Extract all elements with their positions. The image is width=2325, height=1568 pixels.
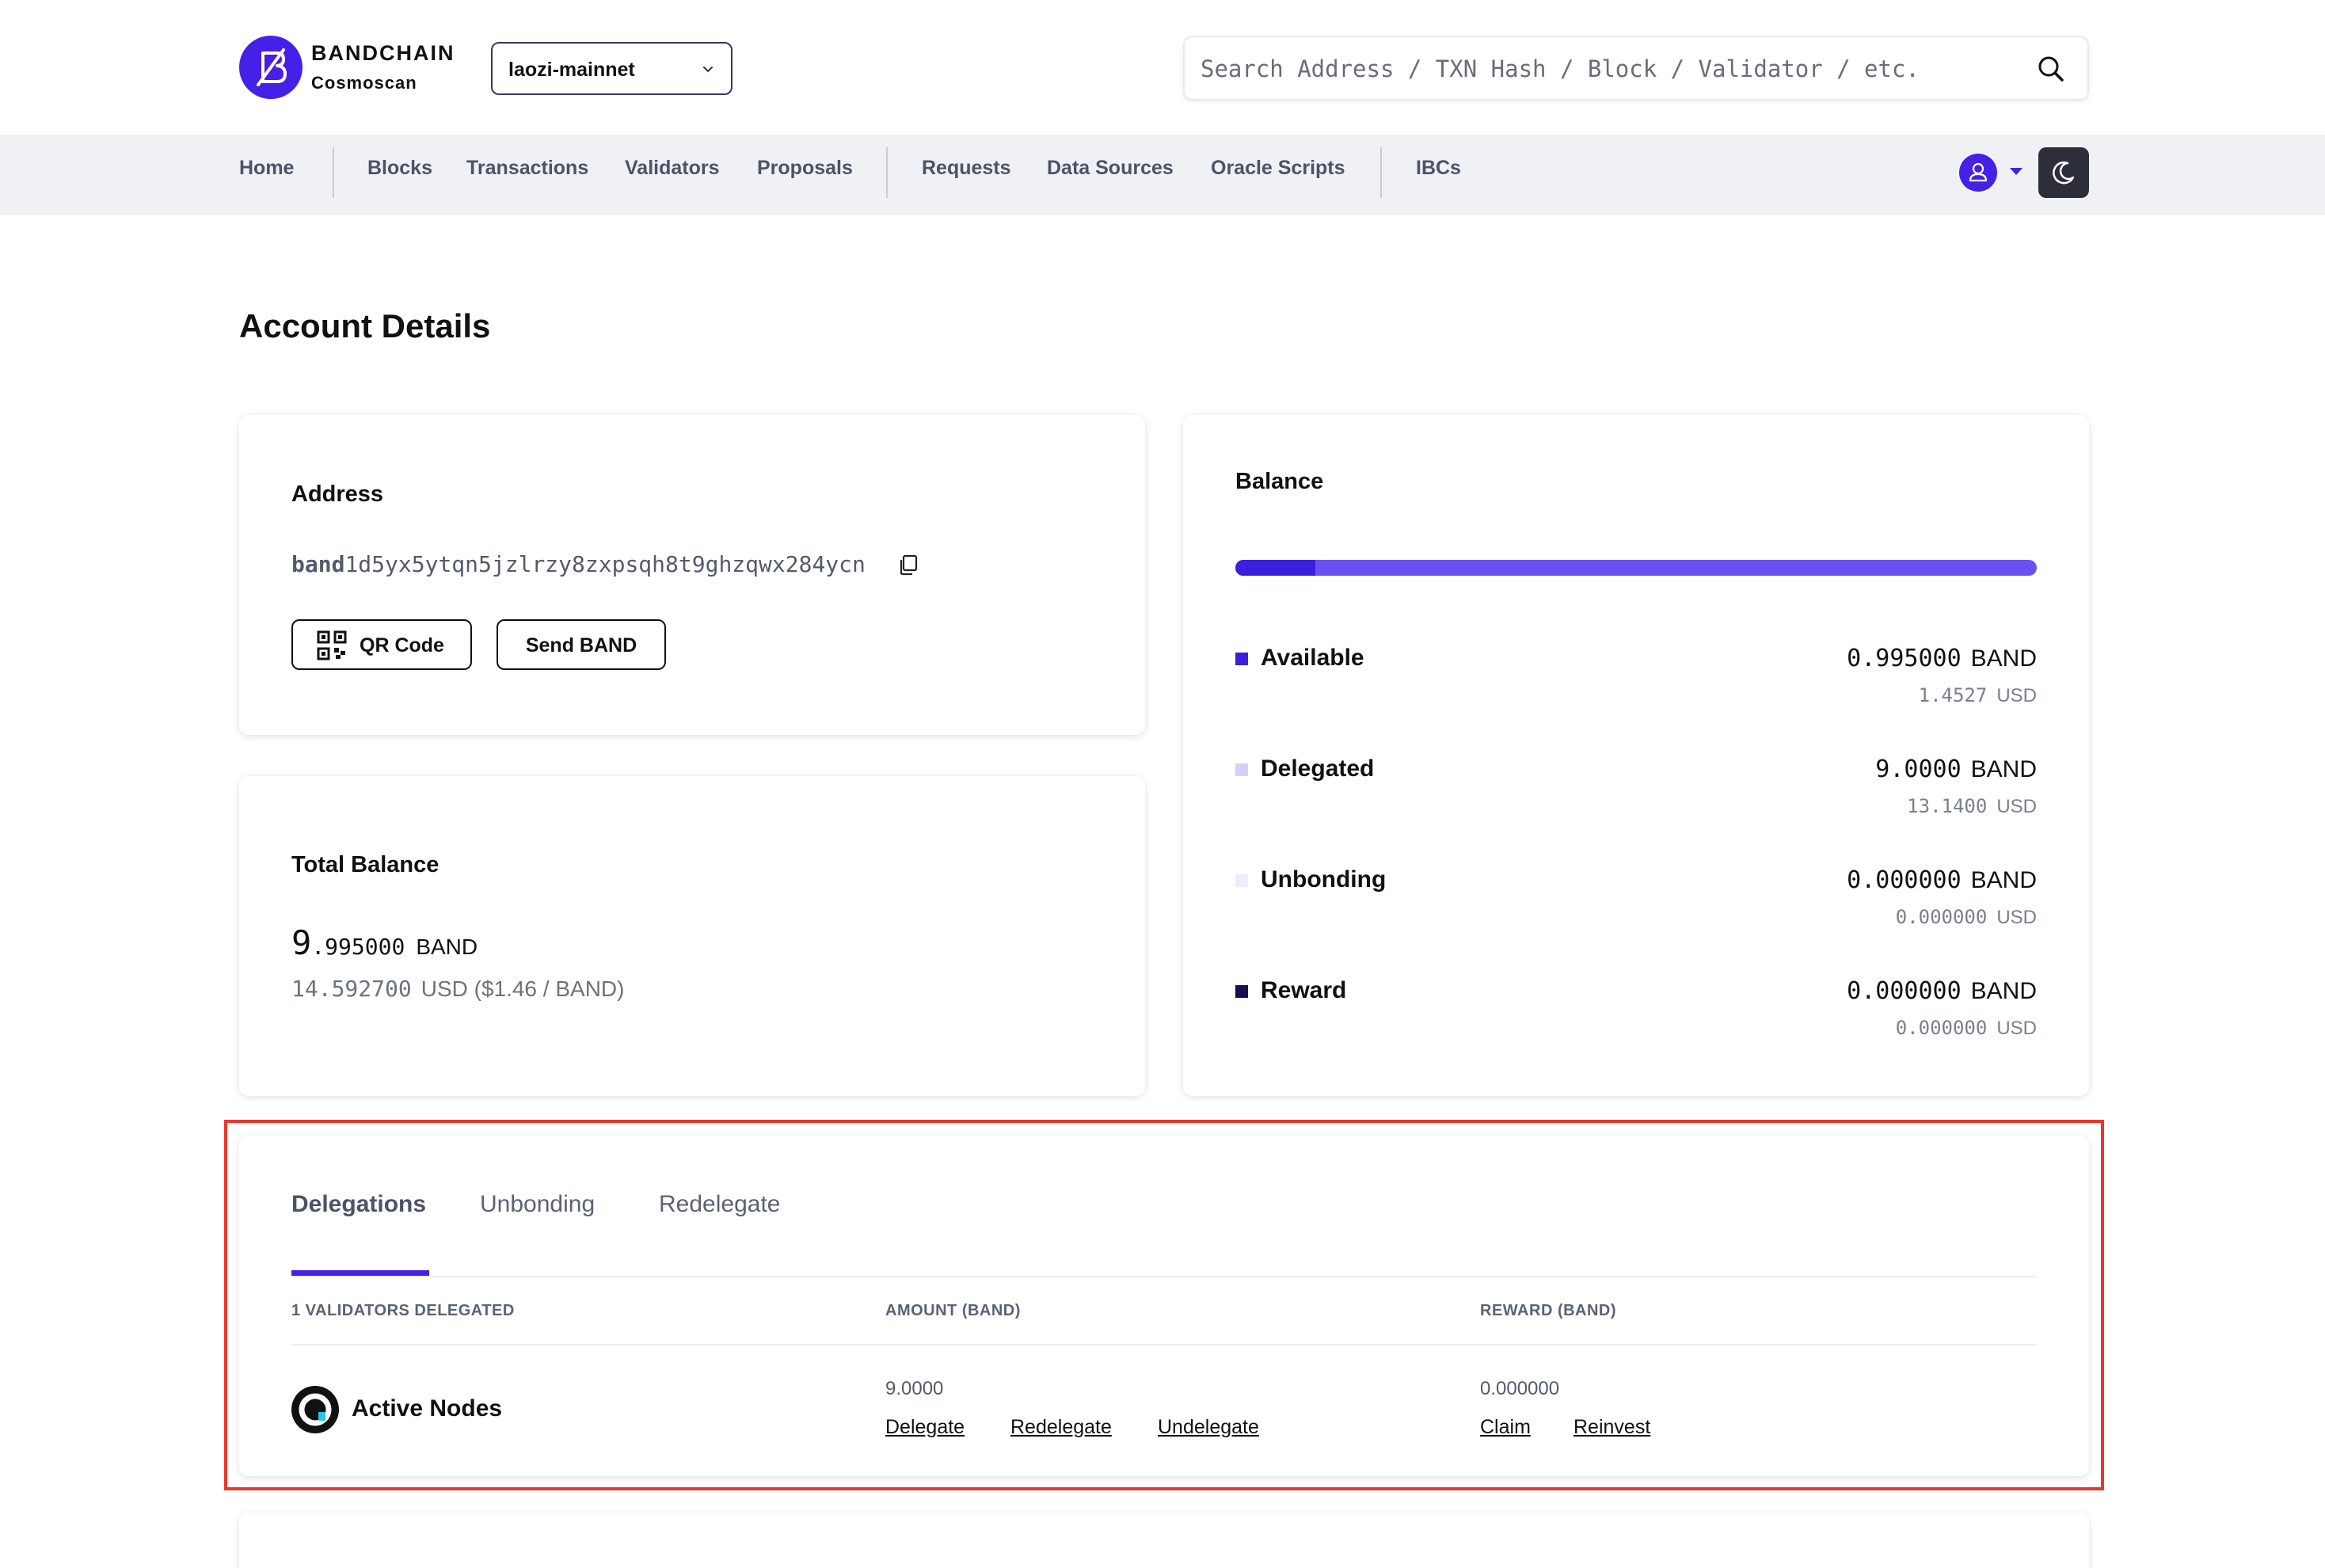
nav-divider [1380,147,1382,198]
amount-unit: BAND [1970,645,2037,672]
balance-row-name: Delegated [1261,755,1375,782]
balance-row-amount: 0.000000 BAND [1847,977,2037,1005]
nav-proposals[interactable]: Proposals [757,157,853,180]
top-header: BANDCHAIN Cosmoscan laozi-mainnet [0,0,2325,135]
search-icon[interactable] [2037,55,2065,83]
moon-icon [2053,161,2075,185]
usd-value: 1.4527 [1918,684,1988,706]
usd-unit: USD [1996,685,2037,706]
total-balance-unit: BAND [416,934,478,959]
nav-validators[interactable]: Validators [625,157,720,180]
amount-value: 0.000000 [1847,977,1962,1005]
balance-row-usd: 13.1400 USD [1907,795,2037,818]
usd-value: 13.1400 [1907,795,1988,817]
balance-row-usd: 0.000000 USD [1896,1017,2037,1040]
send-band-label: Send BAND [525,634,637,657]
caret-down-icon[interactable] [2010,168,2022,175]
balance-row-usd: 0.000000 USD [1896,906,2037,929]
search-box[interactable] [1183,36,2089,101]
nav-transactions[interactable]: Transactions [466,157,588,180]
balance-card: Balance Available 0.995000 BAND 1.4527 USD… [1183,415,2089,1096]
total-balance-card: Total Balance 9.995000 BAND 14.592700 USD … [239,776,1145,1096]
bandchain-logo[interactable] [239,36,303,99]
balance-label: Balance [1235,469,1324,494]
nav-ibcs[interactable]: IBCs [1416,157,1461,180]
total-balance-integer: 9 [291,923,312,962]
brand-subtitle: Cosmoscan [311,73,417,93]
balance-row-amount: 0.995000 BAND [1847,645,2037,672]
main-nav: Home Blocks Transactions Validators Prop… [0,135,2325,215]
usd-value: 0.000000 [1895,1017,1988,1039]
nav-data-sources[interactable]: Data Sources [1047,157,1174,180]
usd-unit: USD [1996,907,2037,928]
amount-unit: BAND [1970,978,2037,1004]
legend-dot [1235,763,1248,776]
balance-row-unbonding: Unbonding 0.000000 BAND 0.000000 USD [1235,863,2037,929]
account-address[interactable]: band1d5yx5ytqn5jzlrzy8zxpsqh8t9ghzqwx284… [291,551,866,577]
nav-requests[interactable]: Requests [922,157,1011,180]
amount-unit: BAND [1970,867,2037,893]
balance-row-name: Available [1261,645,1364,671]
address-card: Address band1d5yx5ytqn5jzlrzy8zxpsqh8t9g… [239,415,1145,735]
send-band-button[interactable]: Send BAND [497,619,666,670]
legend-dot [1235,874,1248,887]
usd-value: 0.000000 [1895,906,1988,928]
nav-oracle-scripts[interactable]: Oracle Scripts [1211,157,1345,180]
qr-code-label: QR Code [360,634,444,657]
search-input[interactable] [1201,55,2016,83]
amount-value: 9.0000 [1875,755,1962,783]
address-body: 1d5yx5ytqn5jzlrzy8zxpsqh8t9ghzqwx284ycn [344,551,866,577]
amount-value: 0.995000 [1847,645,1962,672]
page-title: Account Details [239,307,491,344]
legend-dot [1235,985,1248,998]
network-selector[interactable]: laozi-mainnet [491,42,733,95]
balance-bar [1235,560,2037,576]
total-usd-value: 14.592700 [291,976,412,1002]
amount-value: 0.000000 [1847,866,1962,894]
usd-unit: USD [1996,796,2037,817]
nav-home[interactable]: Home [239,157,294,180]
balance-bar-available [1235,560,1315,576]
total-usd-unit: USD ($1.46 / BAND) [420,976,625,1001]
address-prefix: band [291,551,345,577]
balance-row-amount: 9.0000 BAND [1875,755,2037,783]
qr-code-button[interactable]: QR Code [291,619,472,670]
network-selected-value: laozi-mainnet [508,59,635,81]
balance-row-amount: 0.000000 BAND [1847,866,2037,894]
chevron-down-icon [703,67,713,73]
brand-name: BANDCHAIN [311,41,455,65]
nav-divider [333,147,334,198]
amount-unit: BAND [1970,756,2037,782]
usd-unit: USD [1996,1018,2037,1039]
total-balance-decimal: .995000 [311,934,405,960]
next-section-card [239,1513,2089,1568]
total-balance-usd: 14.592700 USD ($1.46 / BAND) [291,976,624,1002]
nav-blocks[interactable]: Blocks [367,157,432,180]
qr-code-icon [317,630,347,660]
total-balance-label: Total Balance [291,852,440,877]
user-account-button[interactable] [1959,154,1997,192]
balance-row-available: Available 0.995000 BAND 1.4527 USD [1235,641,2037,707]
nav-divider [886,147,888,198]
balance-row-delegated: Delegated 9.0000 BAND 13.1400 USD [1235,752,2037,818]
balance-row-reward: Reward 0.000000 BAND 0.000000 USD [1235,974,2037,1040]
balance-row-usd: 1.4527 USD [1919,684,2037,707]
balance-row-name: Reward [1261,977,1347,1003]
copy-icon[interactable] [896,553,920,577]
total-balance-amount: 9.995000 BAND [291,923,478,962]
address-label: Address [291,481,384,507]
balance-row-name: Unbonding [1261,866,1387,892]
user-icon [1969,162,1988,182]
theme-toggle-button[interactable] [2038,147,2089,198]
highlight-box [224,1120,2104,1490]
legend-dot [1235,653,1248,665]
